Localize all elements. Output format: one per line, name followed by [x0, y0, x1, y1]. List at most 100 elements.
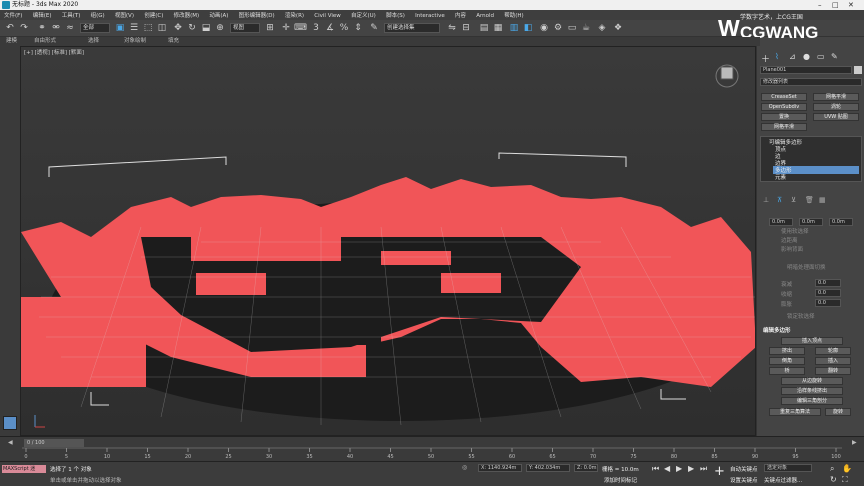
redo-icon[interactable]: ↷	[18, 22, 30, 34]
timeline-ruler[interactable]: 0 5 10 15 20 25 30 35 40 45 50 55 60 65 70 75 80 85 90 95 10…	[22, 447, 862, 459]
make-unique-icon[interactable]: ⊻	[791, 196, 796, 204]
curve-editor-icon[interactable]: ▥	[508, 22, 520, 34]
selection-filter-dropdown[interactable]: 全部	[80, 23, 110, 33]
hierarchy-tab-icon[interactable]: ⊿	[789, 52, 796, 61]
close-icon[interactable]: ✕	[848, 0, 854, 10]
select-object-icon[interactable]: ▣	[114, 22, 126, 34]
set-key-icon[interactable]: +	[714, 464, 725, 479]
insert-vertex-button[interactable]: 插入顶点	[781, 337, 843, 345]
scale-icon[interactable]: ⬓	[200, 22, 212, 34]
selected-dropdown[interactable]: 选定对象	[764, 464, 812, 472]
maximize-icon[interactable]: □	[832, 0, 839, 10]
pan-icon[interactable]: ✋	[842, 464, 852, 473]
prev-frame-icon[interactable]: ◀	[8, 439, 13, 446]
render-iterative-icon[interactable]: ◈	[596, 22, 608, 34]
toggle-ribbon-icon[interactable]: ▦	[492, 22, 504, 34]
arnold-icon[interactable]: ❖	[612, 22, 624, 34]
add-time-tag[interactable]: 添加时间标记	[604, 476, 637, 484]
play-icon[interactable]: ▶	[676, 464, 682, 473]
unlink-icon[interactable]: ⚮	[50, 22, 62, 34]
next-key-icon[interactable]: ▶	[688, 464, 694, 473]
ribbon-tab-selection[interactable]: 选择	[88, 37, 99, 46]
schematic-view-icon[interactable]: ◧	[522, 22, 534, 34]
render-icon[interactable]: ☕	[580, 22, 592, 34]
edge-distance-label[interactable]: 边距离	[781, 236, 798, 244]
ribbon-tab-object-paint[interactable]: 对象绘制	[124, 37, 146, 46]
go-to-start-icon[interactable]: ⏮	[652, 464, 659, 474]
z-coordinate[interactable]: Z: 0.0m	[574, 464, 598, 472]
rect-selection-icon[interactable]: ⬚	[142, 22, 154, 34]
ribbon-tab-freeform[interactable]: 自由形式	[34, 37, 56, 46]
opensubdiv-button[interactable]: OpenSubdiv	[761, 103, 807, 111]
hinge-from-edge-button[interactable]: 从边旋转	[781, 377, 843, 385]
modify-tab-icon[interactable]: ⌇	[775, 52, 779, 61]
stack-element[interactable]: 元素	[775, 173, 786, 181]
set-key-toggle[interactable]: 设置关键点	[730, 476, 758, 484]
edit-named-sel-icon[interactable]: ✎	[368, 22, 380, 34]
retriangulate-button[interactable]: 重复三角算法	[769, 408, 821, 416]
next-frame-icon[interactable]: ▶	[852, 439, 857, 446]
orbit-icon[interactable]: ↻	[830, 475, 837, 484]
mirror-icon[interactable]: ⇋	[446, 22, 458, 34]
viewport-layout-tab[interactable]	[3, 416, 17, 430]
inset-button[interactable]: 插入	[815, 357, 851, 365]
ribbon-tab-populate[interactable]: 填充	[168, 37, 179, 46]
displace-button[interactable]: 置换	[761, 113, 807, 121]
window-crossing-icon[interactable]: ◫	[156, 22, 168, 34]
modifier-list-dropdown[interactable]: 修改器列表	[760, 78, 862, 86]
creaseset-button[interactable]: CreaseSet	[761, 93, 807, 101]
bridge-button[interactable]: 桥	[769, 367, 805, 375]
shaded-face-toggle-label[interactable]: 明暗处理面切换	[787, 263, 826, 271]
link-icon[interactable]: ⚭	[36, 22, 48, 34]
pin-stack-icon[interactable]: ⊥	[763, 196, 769, 204]
pivot-icon[interactable]: ⊞	[264, 22, 276, 34]
material-editor-icon[interactable]: ◉	[538, 22, 550, 34]
configure-sets-icon[interactable]: ▦	[819, 196, 826, 204]
meshsmooth-2-button[interactable]: 网格平滑	[761, 123, 807, 131]
auto-key-toggle[interactable]: 自动关键点	[730, 465, 758, 473]
move-icon[interactable]: ✥	[172, 22, 184, 34]
flip-button[interactable]: 翻转	[815, 367, 851, 375]
uvw-map-button[interactable]: UVW 贴图	[813, 113, 859, 121]
spinner-snap-icon[interactable]: ⇕	[352, 22, 364, 34]
edit-triangulation-button[interactable]: 编辑三角剖分	[781, 397, 843, 405]
prev-key-icon[interactable]: ◀	[664, 464, 670, 473]
keyboard-shortcut-icon[interactable]: ⌨	[294, 22, 307, 34]
minimize-icon[interactable]: –	[818, 0, 822, 10]
rotate-icon[interactable]: ↻	[186, 22, 198, 34]
soft-value-3[interactable]: 0.0m	[829, 218, 853, 226]
key-filters-button[interactable]: 关键点过滤器...	[764, 476, 802, 484]
lock-soft-selection-label[interactable]: 锁定软选择	[787, 312, 815, 320]
extrude-along-spline-button[interactable]: 沿样条线挤出	[781, 387, 843, 395]
turn-button[interactable]: 旋转	[825, 408, 851, 416]
pinch-field[interactable]: 0.0	[815, 289, 841, 297]
zoom-icon[interactable]: ⌕	[830, 464, 834, 474]
edit-polygons-section[interactable]: 编辑多边形	[763, 326, 791, 334]
place-icon[interactable]: ⊕	[214, 22, 226, 34]
reference-coord-dropdown[interactable]: 视图	[230, 23, 260, 33]
soft-value-1[interactable]: 0.0m	[769, 218, 793, 226]
select-by-name-icon[interactable]: ☰	[128, 22, 140, 34]
remove-modifier-icon[interactable]: 🗑	[805, 196, 814, 204]
align-icon[interactable]: ⊟	[460, 22, 472, 34]
display-tab-icon[interactable]: ▭	[817, 52, 825, 61]
falloff-field[interactable]: 0.0	[815, 279, 841, 287]
motion-tab-icon[interactable]: ●	[803, 52, 810, 61]
isolate-selection-icon[interactable]: ◎	[462, 464, 467, 471]
render-setup-icon[interactable]: ⚙	[552, 22, 564, 34]
named-selection-dropdown[interactable]: 创建选择集	[384, 23, 440, 33]
bubble-field[interactable]: 0.0	[815, 299, 841, 307]
ribbon-tab-modeling[interactable]: 建模	[6, 37, 17, 46]
undo-icon[interactable]: ↶	[4, 22, 16, 34]
perspective-viewport[interactable]: [+] [透视] [标准] [默面]	[20, 46, 756, 436]
y-coordinate[interactable]: Y: 402.034m	[526, 464, 570, 472]
angle-snap-icon[interactable]: ∡	[324, 22, 336, 34]
bevel-button[interactable]: 倒角	[769, 357, 805, 365]
rendered-frame-icon[interactable]: ▭	[566, 22, 578, 34]
extrude-button[interactable]: 挤出	[769, 347, 805, 355]
affect-backfacing-label[interactable]: 影响背面	[781, 245, 803, 253]
outline-button[interactable]: 轮廓	[815, 347, 851, 355]
show-end-result-icon[interactable]: ⊼	[777, 196, 782, 204]
layer-explorer-icon[interactable]: ▤	[478, 22, 490, 34]
meshsmooth-button[interactable]: 网格平滑	[813, 93, 859, 101]
